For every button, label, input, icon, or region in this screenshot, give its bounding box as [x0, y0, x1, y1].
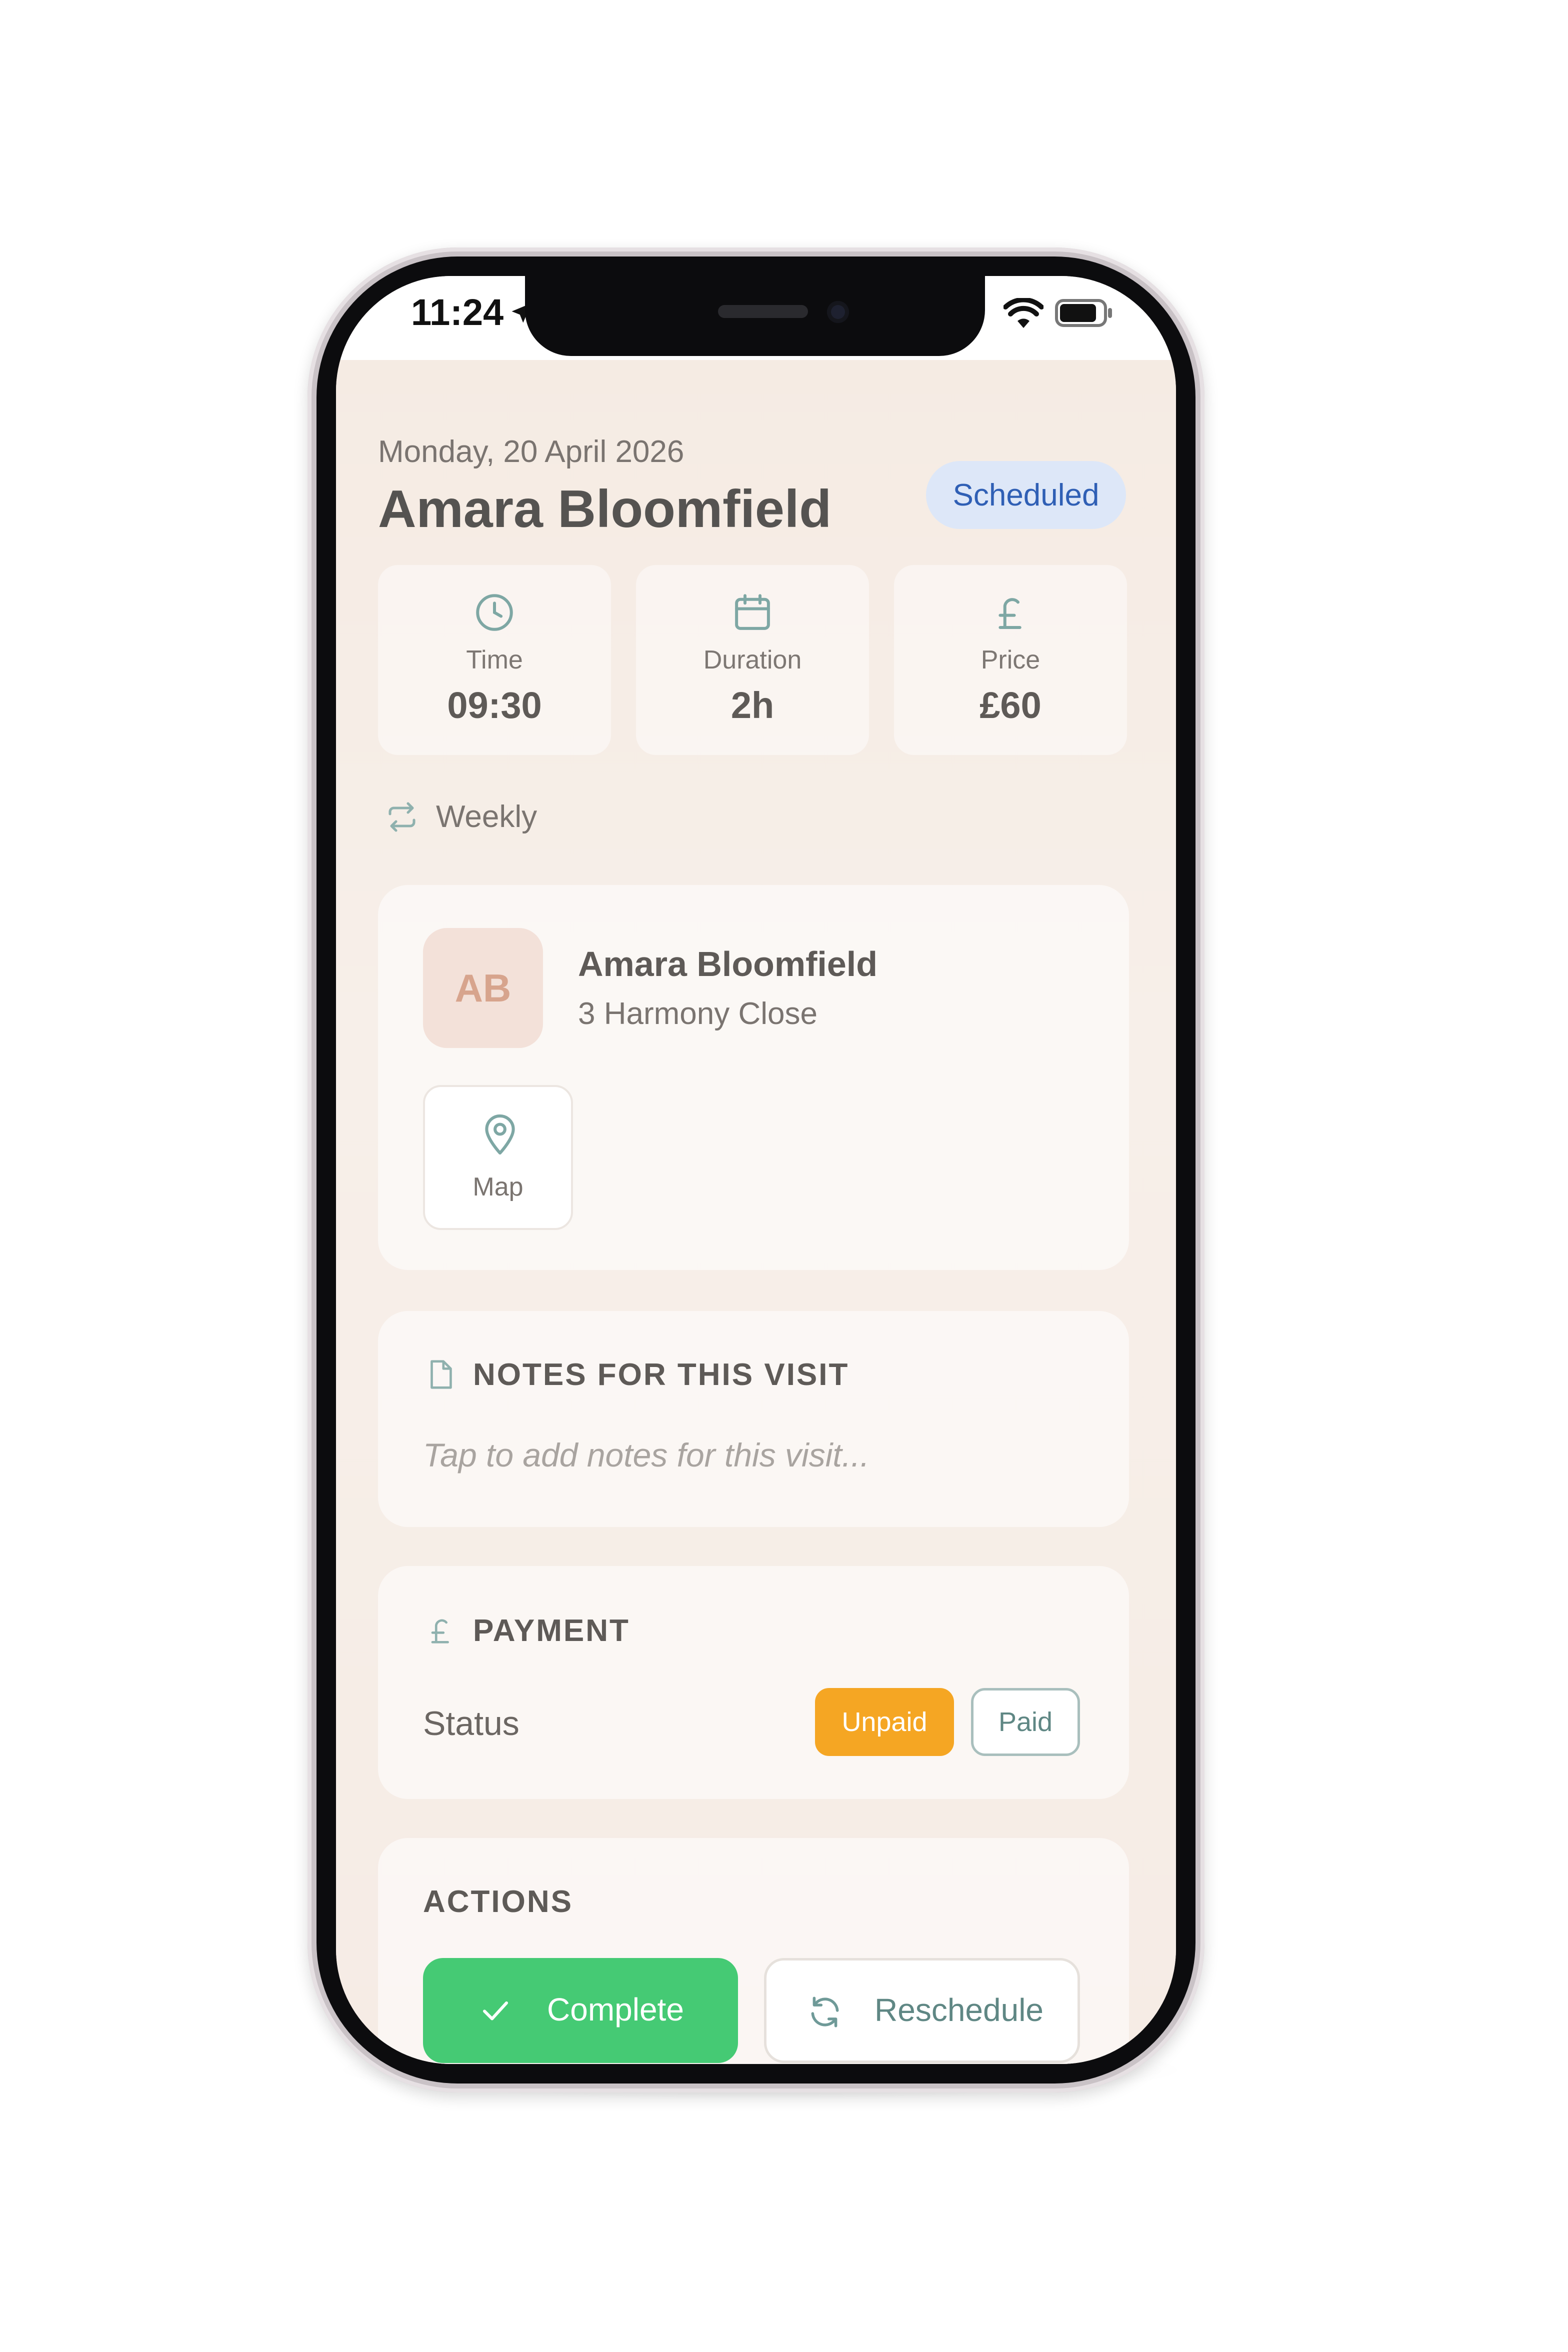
notes-card: NOTES FOR THIS VISIT Tap to add notes fo… [378, 1311, 1129, 1527]
pound-icon [431, 1619, 449, 1644]
map-label: Map [472, 1172, 524, 1202]
pound-icon [998, 598, 1022, 629]
repeat-icon [388, 802, 416, 832]
map-button[interactable]: Map [423, 1085, 573, 1230]
time-card: Time 09:30 [378, 565, 611, 755]
map-pin-icon [485, 1114, 515, 1155]
paid-button[interactable]: Paid [971, 1688, 1080, 1756]
complete-label: Complete [547, 1992, 684, 2028]
price-card: Price £60 [894, 565, 1127, 755]
duration-label: Duration [703, 646, 802, 674]
page-title: Amara Bloomfield [378, 480, 832, 538]
duration-value: 2h [730, 684, 774, 726]
phone-screen: 11:24 Monday, 20 April 2026 Amara Bloomf… [336, 276, 1176, 2064]
status-time: 11:24 [411, 292, 504, 333]
wifi-icon [1004, 298, 1044, 328]
unpaid-button[interactable]: Unpaid [815, 1688, 954, 1756]
time-value: 09:30 [447, 684, 542, 726]
battery-icon [1055, 299, 1112, 327]
client-card: AB Amara Bloomfield 3 Harmony Close Map [378, 885, 1129, 1270]
status-bar: 11:24 [336, 276, 1176, 360]
actions-title: ACTIONS [423, 1884, 573, 1919]
notes-input[interactable]: Tap to add notes for this visit... [423, 1436, 1073, 1474]
avatar: AB [423, 928, 543, 1048]
time-label: Time [466, 646, 523, 674]
clock-icon [476, 594, 513, 631]
calendar-icon [735, 594, 770, 630]
actions-card: ACTIONS Complete Reschedule [378, 1838, 1129, 2064]
notes-title: NOTES FOR THIS VISIT [473, 1358, 850, 1392]
duration-card: Duration 2h [636, 565, 869, 755]
appointment-date: Monday, 20 April 2026 [378, 434, 684, 469]
appointment-detail: Monday, 20 April 2026 Amara Bloomfield S… [336, 360, 1176, 2064]
client-name: Amara Bloomfield [578, 944, 878, 984]
client-address: 3 Harmony Close [578, 996, 818, 1031]
complete-button[interactable]: Complete [423, 1958, 738, 2063]
status-badge: Scheduled [926, 461, 1126, 529]
speaker-grille [718, 305, 808, 318]
payment-card: PAYMENT Status Unpaid Paid [378, 1566, 1129, 1799]
price-label: Price [980, 646, 1040, 674]
refresh-icon [811, 1996, 839, 2028]
check-icon [482, 2001, 508, 2020]
reschedule-label: Reschedule [874, 1992, 1044, 2028]
payment-title: PAYMENT [473, 1614, 630, 1648]
front-camera [827, 301, 849, 323]
frequency-label: Weekly [436, 800, 538, 834]
reschedule-button[interactable]: Reschedule [764, 1958, 1080, 2063]
notch [525, 276, 985, 356]
price-value: £60 [980, 684, 1042, 726]
payment-status-label: Status [423, 1704, 520, 1742]
document-icon [430, 1360, 452, 1389]
